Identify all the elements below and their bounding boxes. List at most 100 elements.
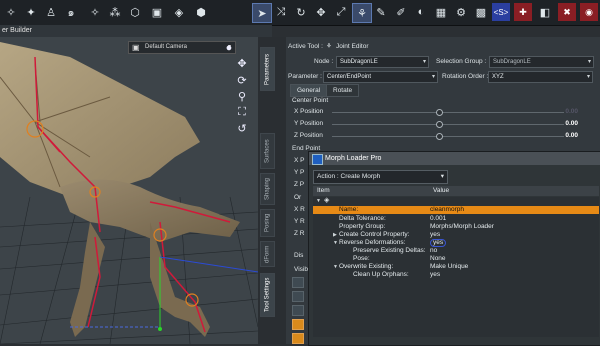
visibility-checkbox[interactable]: [292, 333, 304, 344]
tab-tool-settings[interactable]: Tool Settings: [260, 273, 275, 317]
dforce-icon[interactable]: ⚙: [452, 3, 470, 21]
tab-surfaces[interactable]: Surfaces: [260, 133, 275, 169]
render-red-icon[interactable]: ◉: [580, 3, 598, 21]
y-position-slider[interactable]: [332, 124, 564, 125]
list-item[interactable]: ▼ Reverse Deformations: yes: [313, 239, 599, 247]
rotate-tool-icon[interactable]: ↻: [292, 3, 310, 21]
x-position-slider[interactable]: [332, 112, 564, 113]
node-weight-icon[interactable]: ✎: [372, 3, 390, 21]
selection-group-select[interactable]: SubDragonLE: [489, 56, 594, 68]
sparkle-add-icon[interactable]: ✧: [2, 3, 20, 21]
reset-view-icon[interactable]: ↺: [235, 122, 249, 136]
sparkle-cube-icon[interactable]: ⬢: [192, 3, 210, 21]
cube-icon[interactable]: ⬡: [126, 3, 144, 21]
paint-icon[interactable]: ✐: [392, 3, 410, 21]
list-item[interactable]: Property Group: Morphs/Morph Loader: [313, 223, 599, 231]
3d-viewport[interactable]: ▣ Default Camera ▾ ● ✥ ⟳ ⚲ ⛶ ↺: [0, 37, 258, 344]
item-value[interactable]: 0.001: [430, 215, 446, 223]
scale-tool-icon[interactable]: ⤢: [332, 3, 350, 21]
morph-loader-icon: [312, 154, 323, 165]
expand-arrow-icon[interactable]: ▶: [333, 231, 337, 239]
item-value[interactable]: yes: [430, 231, 440, 239]
list-item[interactable]: ▼ Overwrite Existing: Make Unique: [313, 263, 599, 271]
y-position-value[interactable]: 0.00: [565, 120, 578, 127]
partial-row: Y R: [294, 218, 305, 225]
spiral-tool-icon[interactable]: ๑: [62, 3, 80, 21]
universal-tool-icon[interactable]: ⤨: [272, 3, 290, 21]
z-position-label: Z Position: [294, 132, 323, 139]
item-value[interactable]: yes: [430, 239, 447, 247]
column-header-value[interactable]: Value: [433, 186, 449, 196]
column-header-item[interactable]: Item: [317, 186, 330, 196]
list-item[interactable]: ▶ Create Control Property: yes: [313, 231, 599, 239]
person-icon[interactable]: ♙: [42, 3, 60, 21]
item-value[interactable]: None: [430, 255, 446, 263]
render-red-icon[interactable]: ✖: [558, 3, 576, 21]
camera-select[interactable]: ▣ Default Camera ▾: [128, 41, 236, 54]
item-value[interactable]: cleanmorph: [430, 206, 464, 214]
partial-row: X P: [294, 157, 305, 164]
node-select[interactable]: SubDragonLE: [336, 56, 429, 68]
zoom-icon[interactable]: ⚲: [235, 90, 249, 104]
tab-parameters[interactable]: Parameters: [260, 47, 275, 91]
expand-arrow-icon[interactable]: ▼: [316, 197, 321, 205]
y-position-knob[interactable]: [436, 121, 443, 128]
z-position-knob[interactable]: [436, 133, 443, 140]
cube-icon[interactable]: ◈: [170, 3, 188, 21]
pointer-icon[interactable]: ➤: [252, 3, 272, 23]
tab-label: Shaping: [264, 177, 271, 201]
item-value[interactable]: yes: [430, 271, 440, 279]
frame-icon[interactable]: ⛶: [235, 106, 249, 120]
render-icon[interactable]: ◧: [536, 3, 554, 21]
cube-icon[interactable]: ▣: [148, 3, 166, 21]
visibility-checkbox[interactable]: [292, 277, 304, 288]
rotation-order-select[interactable]: XYZ: [488, 71, 593, 83]
partial-row: Z R: [294, 230, 305, 237]
camera-label: Default Camera: [145, 44, 188, 50]
morph-object-icon: ◈: [324, 197, 330, 204]
joint-editor-icon[interactable]: ⚘: [352, 3, 372, 23]
wand-icon[interactable]: ✧: [86, 3, 104, 21]
z-position-slider[interactable]: [332, 136, 564, 137]
wand-icon[interactable]: ⁂: [106, 3, 124, 21]
render-icon[interactable]: ▦: [432, 3, 450, 21]
list-item[interactable]: Pose: None: [313, 255, 599, 263]
list-item[interactable]: Clean Up Orphans: yes: [313, 271, 599, 279]
x-position-value[interactable]: 0.00: [565, 108, 578, 115]
translate-tool-icon[interactable]: ✥: [312, 3, 330, 21]
render-settings-icon[interactable]: ✚: [514, 3, 532, 21]
tab-shaping[interactable]: Shaping: [260, 173, 275, 205]
tab-dform[interactable]: dForm: [260, 241, 275, 267]
sphere-icon[interactable]: ●: [222, 42, 236, 56]
z-position-value[interactable]: 0.00: [565, 132, 578, 139]
scene-badge-button[interactable]: <S>: [492, 3, 510, 21]
tab-general[interactable]: General: [290, 84, 328, 97]
visibility-checkbox[interactable]: [292, 319, 304, 330]
parameter-select[interactable]: Center/EndPoint: [323, 71, 438, 83]
item-value[interactable]: no: [430, 247, 437, 255]
list-item[interactable]: Preserve Existing Deltas: no: [313, 247, 599, 255]
tab-label: Tool Settings: [264, 277, 271, 313]
list-item[interactable]: Name: cleanmorph: [313, 206, 599, 214]
action-select[interactable]: Action : Create Morph ▾: [313, 170, 448, 184]
camera-orbit-icon[interactable]: ⟳: [235, 74, 249, 88]
dforce-icon[interactable]: ▩: [472, 3, 490, 21]
sparkle-add-icon[interactable]: ✦: [22, 3, 40, 21]
node-label: Node :: [314, 58, 334, 65]
item-value[interactable]: Make Unique: [430, 263, 468, 271]
dialog-titlebar[interactable]: Morph Loader Pro: [309, 152, 600, 165]
geometry-icon[interactable]: ◐: [412, 3, 430, 21]
list-item[interactable]: ▼ ◈: [313, 197, 599, 205]
item-value[interactable]: Morphs/Morph Loader: [430, 223, 494, 231]
x-position-knob[interactable]: [436, 109, 443, 116]
visibility-checkbox[interactable]: [292, 291, 304, 302]
item-key: Overwrite Existing:: [339, 263, 394, 270]
tab-posing[interactable]: Posing: [260, 209, 275, 237]
tab-rotate[interactable]: Rotate: [326, 84, 360, 97]
list-item[interactable]: Delta Tolerance: 0.001: [313, 215, 599, 223]
collapse-arrow-icon[interactable]: ▼: [333, 263, 338, 271]
visibility-checkbox[interactable]: [292, 305, 304, 316]
camera-move-icon[interactable]: ✥: [235, 57, 249, 71]
collapse-arrow-icon[interactable]: ▼: [333, 239, 338, 247]
viewport-scene: [0, 42, 258, 344]
